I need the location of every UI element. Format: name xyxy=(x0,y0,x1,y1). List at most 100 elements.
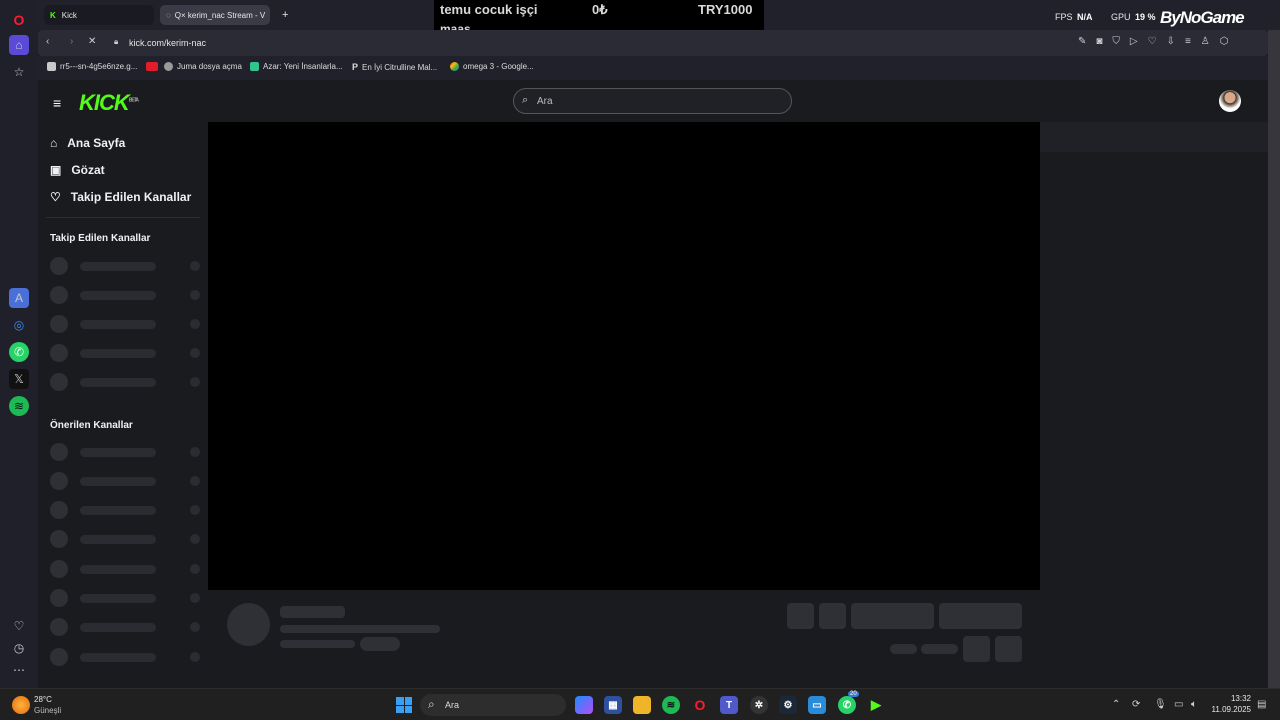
window-edge xyxy=(1268,30,1280,688)
skeleton-channel xyxy=(50,472,200,490)
network-icon[interactable]: ▭ xyxy=(1174,699,1183,710)
sync-icon[interactable]: ⟳ xyxy=(1132,699,1140,710)
spotify-icon[interactable]: ≋ xyxy=(9,396,29,416)
bookmark-label: rr5---sn-4g5e6nze.g... xyxy=(60,62,138,71)
skeleton-bar xyxy=(280,606,345,618)
gpu-label: GPU xyxy=(1111,12,1131,22)
loading-spinner-icon: ◌ xyxy=(166,10,171,20)
skeleton-channel xyxy=(50,501,200,519)
clock-date[interactable]: 11.09.2025 xyxy=(1209,705,1251,714)
address-bar: ‹ › ✕ 🔒︎ kick.com/kerim-nac ✎◙⛉▷♡⇩≡♙⬡ xyxy=(38,30,1268,56)
remote-desktop-icon[interactable]: ▭ xyxy=(808,696,826,714)
volume-icon[interactable]: 🔈︎ xyxy=(1191,699,1197,710)
bookmark-item[interactable]: Azar: Yeni İnsanlarla... xyxy=(250,62,343,71)
skeleton-channel xyxy=(50,560,200,578)
nav-label: Takip Edilen Kanallar xyxy=(70,190,192,204)
bookmark-item[interactable]: omega 3 - Google... xyxy=(450,62,534,71)
skeleton-channel xyxy=(50,373,200,391)
whatsapp-icon[interactable]: ✆ xyxy=(9,342,29,362)
browse-icon: ▣ xyxy=(50,163,62,177)
p-icon: P xyxy=(352,62,359,72)
clock-time[interactable]: 13:32 xyxy=(1213,694,1251,703)
nav-browse[interactable]: ▣ Gözat xyxy=(50,163,105,177)
skeleton-channel xyxy=(50,286,200,304)
skeleton-channel xyxy=(50,589,200,607)
nav-label: Gözat xyxy=(71,163,105,177)
file-explorer-icon[interactable] xyxy=(633,696,651,714)
doc-icon xyxy=(47,62,56,71)
messenger-icon[interactable]: ◎ xyxy=(9,315,29,335)
skeleton-channel xyxy=(50,257,200,275)
teams-icon[interactable]: T xyxy=(720,696,738,714)
recommended-section-title: Önerilen Kanallar xyxy=(50,420,133,431)
steam-icon[interactable]: ⚙ xyxy=(779,696,797,714)
nav-home[interactable]: ⌂ Ana Sayfa xyxy=(50,136,125,150)
back-icon[interactable]: ‹ xyxy=(46,36,49,47)
fps-value: N/A xyxy=(1077,12,1093,22)
kick-page: ≡ KICKBETA ⌕ Ara ⌂ Ana Sayfa ▣ Gözat ♡ Taki… xyxy=(38,80,1268,688)
bookmark-item[interactable]: Juma dosya açma xyxy=(164,62,242,71)
avatar[interactable] xyxy=(1219,90,1241,112)
tab-label: Q× kerim_nac Stream - V xyxy=(174,10,266,20)
mic-icon[interactable]: 🎙︎ xyxy=(1154,699,1167,710)
spotify-icon[interactable]: ≋ xyxy=(662,696,680,714)
overlay-amount: 0₺ xyxy=(592,2,608,17)
skeleton-bar xyxy=(280,625,440,633)
bookmark-label: Juma dosya açma xyxy=(177,62,242,71)
tab-kick[interactable]: K Kick xyxy=(44,5,154,25)
notifications-icon[interactable]: ▤ xyxy=(1257,699,1266,710)
bookmark-item[interactable]: rr5---sn-4g5e6nze.g... xyxy=(47,62,137,71)
new-tab-button[interactable]: + xyxy=(278,5,294,25)
more-icon[interactable]: ⋯ xyxy=(9,660,29,680)
x-twitter-icon[interactable]: 𝕏 xyxy=(9,369,29,389)
skeleton-button xyxy=(819,603,846,629)
stop-icon[interactable]: ✕ xyxy=(88,36,96,47)
bynogame-logo: ByNoGame xyxy=(1160,8,1245,27)
opera-sidebar: O ⌂ ☆ A ◎ ✆ 𝕏 ≋ ♡ ◷ ⋯ xyxy=(0,0,38,688)
skeleton-button xyxy=(995,636,1022,662)
google-icon xyxy=(450,62,459,71)
bookmark-label: omega 3 - Google... xyxy=(463,62,534,71)
aria-icon[interactable]: A xyxy=(9,288,29,308)
address-bar-actions[interactable]: ✎◙⛉▷♡⇩≡♙⬡ xyxy=(1078,36,1238,47)
heart-icon[interactable]: ♡ xyxy=(9,616,29,636)
weather-desc: Güneşli xyxy=(34,706,62,715)
copilot-icon[interactable] xyxy=(575,696,593,714)
search-input[interactable]: Ara xyxy=(537,96,553,107)
kick-sidebar: ⌂ Ana Sayfa ▣ Gözat ♡ Takip Edilen Kanallar… xyxy=(38,122,208,688)
search-bar[interactable]: ⌕ Ara xyxy=(513,88,792,114)
tab-kerim-nac-stream[interactable]: ◌ Q× kerim_nac Stream - V xyxy=(160,5,270,25)
kick-app-icon[interactable]: ▶ xyxy=(867,696,885,714)
forward-icon[interactable]: › xyxy=(70,36,73,47)
star-icon[interactable]: ☆ xyxy=(9,62,29,82)
video-player[interactable] xyxy=(208,122,1040,590)
history-icon[interactable]: ◷ xyxy=(9,638,29,658)
youtube-icon xyxy=(146,62,158,71)
taskbar-search[interactable]: ⌕ Ara xyxy=(420,694,566,716)
fps-label: FPS xyxy=(1055,12,1073,22)
skeleton-channel xyxy=(50,344,200,362)
opera-logo-icon[interactable]: O xyxy=(9,10,29,30)
whatsapp-icon[interactable]: ✆ xyxy=(838,696,856,714)
skeleton-button xyxy=(939,603,1022,629)
store-icon[interactable]: ▦ xyxy=(604,696,622,714)
nav-following[interactable]: ♡ Takip Edilen Kanallar xyxy=(50,190,191,204)
overlay-amount: TRY1000 xyxy=(698,2,753,17)
search-icon: ⌕ xyxy=(428,697,435,711)
skeleton-bar xyxy=(890,644,917,654)
windows-start-icon[interactable] xyxy=(396,697,412,713)
chatgpt-icon[interactable]: ✲ xyxy=(750,696,768,714)
weather-icon[interactable] xyxy=(12,696,30,714)
tab-label: Kick xyxy=(61,10,77,20)
bookmark-item[interactable]: P En İyi Citrulline Mal... xyxy=(352,62,437,72)
chat-header-skeleton xyxy=(1040,122,1268,152)
stream-overlay-box: temu cocuk işçi maaş 0₺ TRY1000 xyxy=(434,0,764,36)
tray-expand-icon[interactable]: ⌃ xyxy=(1112,699,1120,710)
kick-logo[interactable]: KICKBETA xyxy=(79,90,139,116)
menu-icon[interactable]: ≡ xyxy=(53,95,61,111)
home-workspace-icon[interactable]: ⌂ xyxy=(9,35,29,55)
globe-icon xyxy=(164,62,173,71)
opera-icon[interactable]: O xyxy=(691,696,709,714)
bookmark-item[interactable] xyxy=(146,62,158,71)
url-field[interactable]: kick.com/kerim-nac xyxy=(129,38,206,48)
